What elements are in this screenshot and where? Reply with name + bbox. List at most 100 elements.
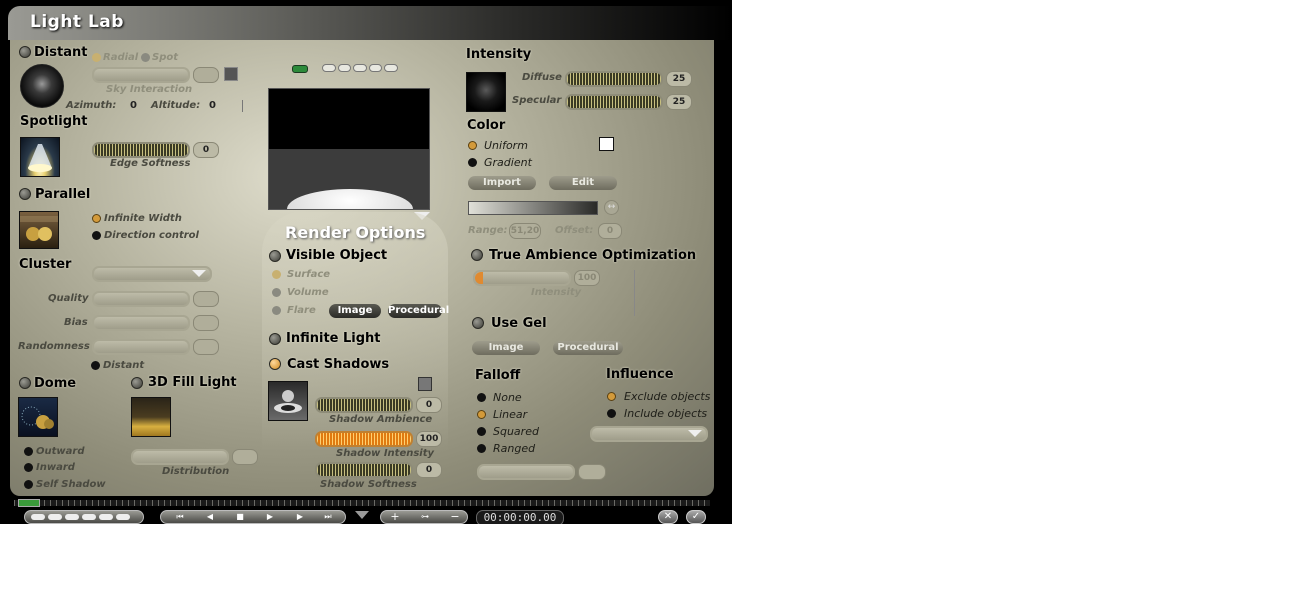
key-icon[interactable]: ⊶	[407, 513, 443, 521]
shadow-intensity-field[interactable]: 100	[416, 431, 442, 447]
falloff-ranged-radio[interactable]	[477, 444, 486, 453]
diffuse-slider[interactable]	[565, 71, 663, 87]
falloff-range-slider[interactable]	[477, 464, 575, 480]
falloff-range-field[interactable]	[578, 464, 606, 480]
dome-preview[interactable]	[18, 397, 58, 437]
light-slot[interactable]	[384, 64, 398, 72]
radial-radio[interactable]	[92, 53, 101, 62]
layer-slot[interactable]	[99, 514, 113, 520]
layer-slot[interactable]	[65, 514, 79, 520]
add-key-icon[interactable]: +	[387, 511, 403, 522]
layer-slot[interactable]	[31, 514, 45, 520]
gel-image-button[interactable]: Image	[472, 341, 540, 355]
remove-key-icon[interactable]: −	[447, 511, 463, 522]
quality-slider[interactable]	[92, 291, 190, 307]
timeline-ruler[interactable]	[14, 500, 710, 506]
azimuth-value[interactable]: 0	[130, 100, 137, 111]
surface-radio[interactable]	[272, 270, 281, 279]
stop-icon[interactable]: ■	[229, 513, 251, 521]
confirm-icon[interactable]: ✓	[686, 510, 706, 524]
quality-field[interactable]	[193, 291, 219, 307]
diffuse-field[interactable]: 25	[666, 71, 692, 87]
bias-field[interactable]	[193, 315, 219, 331]
go-to-start-icon[interactable]: ⏮	[169, 513, 191, 521]
timeline-playhead[interactable]	[18, 499, 40, 507]
timecode-display[interactable]: 00:00:00.00	[476, 510, 564, 524]
light-selector[interactable]	[322, 64, 398, 72]
shadow-preview[interactable]	[268, 381, 308, 421]
infinite-light-toggle[interactable]	[269, 333, 281, 345]
tao-toggle[interactable]	[471, 249, 483, 261]
shadow-ambience-field[interactable]: 0	[416, 397, 442, 413]
falloff-squared-radio[interactable]	[477, 427, 486, 436]
playback-options-arrow-icon[interactable]	[355, 511, 369, 521]
cluster-distant-radio[interactable]	[91, 361, 100, 370]
light-slot[interactable]	[322, 64, 336, 72]
tao-intensity-slider[interactable]	[473, 270, 571, 286]
specular-slider[interactable]	[565, 94, 663, 110]
light-slot[interactable]	[353, 64, 367, 72]
distribution-field[interactable]	[232, 449, 258, 465]
edge-softness-slider[interactable]	[92, 142, 190, 158]
fill-light-radio[interactable]	[131, 377, 143, 389]
gradient-bar[interactable]	[468, 201, 598, 215]
distant-light-preview[interactable]	[20, 64, 64, 108]
layer-selector[interactable]	[24, 510, 144, 524]
specular-field[interactable]: 25	[666, 94, 692, 110]
gradient-radio[interactable]	[468, 158, 477, 167]
gradient-arrows-icon[interactable]: ↔	[604, 200, 619, 215]
distribution-slider[interactable]	[131, 449, 229, 465]
shadow-color-swatch[interactable]	[418, 377, 432, 391]
randomness-slider[interactable]	[92, 339, 190, 355]
layer-slot[interactable]	[82, 514, 96, 520]
edge-softness-field[interactable]: 0	[193, 142, 219, 158]
shadow-ambience-slider[interactable]	[315, 397, 413, 413]
spot-radio[interactable]	[141, 53, 150, 62]
step-forward-icon[interactable]: ▶	[289, 513, 311, 521]
exclude-objects-radio[interactable]	[607, 392, 616, 401]
cluster-dropdown[interactable]	[92, 266, 212, 282]
altitude-value[interactable]: 0	[209, 100, 216, 111]
falloff-linear-radio[interactable]	[477, 410, 486, 419]
infinite-width-radio[interactable]	[92, 214, 101, 223]
light-indicator-active[interactable]	[292, 65, 308, 73]
visible-object-toggle[interactable]	[269, 250, 281, 262]
shadow-softness-slider[interactable]	[315, 462, 413, 478]
distant-radio[interactable]	[19, 46, 31, 58]
dome-radio[interactable]	[19, 377, 31, 389]
layer-slot[interactable]	[116, 514, 130, 520]
falloff-none-radio[interactable]	[477, 393, 486, 402]
sky-interaction-field[interactable]	[193, 67, 219, 83]
shadow-intensity-slider[interactable]	[315, 431, 413, 447]
include-objects-radio[interactable]	[607, 409, 616, 418]
visible-image-button[interactable]: Image	[329, 304, 381, 318]
cast-shadows-toggle[interactable]	[269, 358, 281, 370]
volume-radio[interactable]	[272, 288, 281, 297]
sky-interaction-slider[interactable]	[92, 67, 190, 83]
sky-color-swatch[interactable]	[224, 67, 238, 81]
play-icon[interactable]: ▶	[259, 513, 281, 521]
shadow-softness-field[interactable]: 0	[416, 462, 442, 478]
gel-procedural-button[interactable]: Procedural	[553, 341, 623, 355]
uniform-radio[interactable]	[468, 141, 477, 150]
tao-intensity-field[interactable]: 100	[574, 270, 600, 286]
edit-button[interactable]: Edit	[549, 176, 617, 190]
parallel-radio[interactable]	[19, 188, 31, 200]
self-shadow-radio[interactable]	[24, 480, 33, 489]
inward-radio[interactable]	[24, 463, 33, 472]
cancel-icon[interactable]: ✕	[658, 510, 678, 524]
fill-light-preview[interactable]	[131, 397, 171, 437]
bias-slider[interactable]	[92, 315, 190, 331]
randomness-field[interactable]	[193, 339, 219, 355]
step-back-icon[interactable]: ◀	[199, 513, 221, 521]
go-to-end-icon[interactable]: ⏭	[317, 513, 339, 521]
light-slot[interactable]	[337, 64, 352, 72]
offset-field[interactable]: 0	[598, 223, 622, 239]
influence-objects-dropdown[interactable]	[590, 426, 708, 442]
spotlight-preview[interactable]	[20, 137, 60, 177]
use-gel-toggle[interactable]	[472, 317, 484, 329]
flare-radio[interactable]	[272, 306, 281, 315]
light-color-swatch[interactable]	[599, 137, 614, 151]
visible-procedural-button[interactable]: Procedural	[388, 304, 449, 318]
outward-radio[interactable]	[24, 447, 33, 456]
